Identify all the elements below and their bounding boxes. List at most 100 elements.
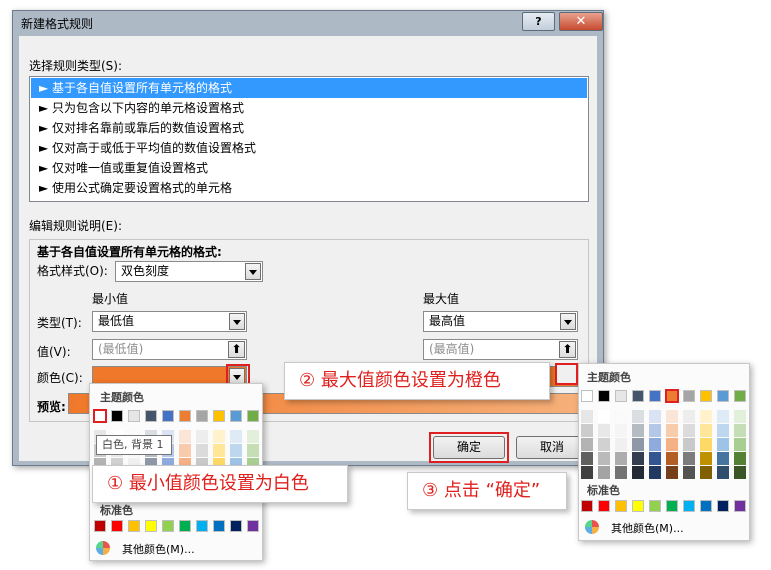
shade-swatch[interactable]: [666, 438, 678, 451]
shade-swatch[interactable]: [700, 466, 712, 479]
color-swatch[interactable]: [615, 390, 627, 402]
shade-swatch[interactable]: [734, 466, 746, 479]
color-swatch[interactable]: [162, 410, 174, 422]
color-swatch[interactable]: [162, 520, 174, 532]
shade-swatch[interactable]: [632, 438, 644, 451]
shade-swatch[interactable]: [179, 444, 191, 457]
color-swatch[interactable]: [247, 410, 259, 422]
range-select-icon[interactable]: ⬆: [228, 341, 245, 358]
shade-swatch[interactable]: [615, 438, 627, 451]
color-swatch[interactable]: [700, 500, 712, 512]
shade-swatch[interactable]: [649, 438, 661, 451]
shade-swatch[interactable]: [615, 410, 627, 423]
color-swatch[interactable]: [665, 389, 679, 403]
shade-swatch[interactable]: [230, 430, 242, 443]
color-swatch[interactable]: [700, 390, 712, 402]
color-swatch[interactable]: [598, 390, 610, 402]
shade-swatch[interactable]: [666, 466, 678, 479]
color-swatch[interactable]: [94, 520, 106, 532]
color-swatch[interactable]: [213, 410, 225, 422]
shade-swatch[interactable]: [598, 438, 610, 451]
color-swatch[interactable]: [632, 500, 644, 512]
shade-swatch[interactable]: [598, 410, 610, 423]
shade-swatch[interactable]: [213, 444, 225, 457]
color-swatch[interactable]: [649, 390, 661, 402]
shade-swatch[interactable]: [700, 424, 712, 437]
shade-swatch[interactable]: [581, 466, 593, 479]
shade-swatch[interactable]: [247, 430, 259, 443]
shade-swatch[interactable]: [666, 452, 678, 465]
color-swatch[interactable]: [734, 500, 746, 512]
shade-swatch[interactable]: [179, 430, 191, 443]
shade-swatch[interactable]: [683, 424, 695, 437]
shade-swatch[interactable]: [666, 410, 678, 423]
shade-swatch[interactable]: [581, 438, 593, 451]
rule-type-item[interactable]: ► 仅对排名靠前或靠后的数值设置格式: [31, 118, 587, 138]
dropdown-arrow-icon[interactable]: [560, 313, 576, 330]
color-swatch[interactable]: [93, 409, 107, 423]
color-swatch[interactable]: [666, 500, 678, 512]
color-swatch[interactable]: [734, 390, 746, 402]
rule-type-item[interactable]: ► 只为包含以下内容的单元格设置格式: [31, 98, 587, 118]
shade-swatch[interactable]: [581, 452, 593, 465]
shade-swatch[interactable]: [666, 424, 678, 437]
shade-swatch[interactable]: [700, 452, 712, 465]
shade-swatch[interactable]: [683, 452, 695, 465]
color-swatch[interactable]: [111, 410, 123, 422]
shade-swatch[interactable]: [649, 410, 661, 423]
more-colors-link[interactable]: 其他颜色(M)...: [611, 520, 684, 536]
shade-swatch[interactable]: [598, 424, 610, 437]
shade-swatch[interactable]: [615, 466, 627, 479]
color-swatch[interactable]: [111, 520, 123, 532]
more-colors-link[interactable]: 其他颜色(M)...: [122, 541, 195, 557]
rule-type-item[interactable]: ► 使用公式确定要设置格式的单元格: [31, 178, 587, 198]
color-swatch[interactable]: [179, 520, 191, 532]
color-swatch[interactable]: [128, 410, 140, 422]
rule-type-item[interactable]: ► 基于各自值设置所有单元格的格式: [31, 78, 587, 98]
shade-swatch[interactable]: [683, 410, 695, 423]
shade-swatch[interactable]: [700, 410, 712, 423]
color-swatch[interactable]: [649, 500, 661, 512]
color-swatch[interactable]: [717, 500, 729, 512]
shade-swatch[interactable]: [649, 466, 661, 479]
color-swatch[interactable]: [615, 500, 627, 512]
color-swatch[interactable]: [196, 410, 208, 422]
rule-type-item[interactable]: ► 仅对唯一值或重复值设置格式: [31, 158, 587, 178]
rule-type-list[interactable]: ► 基于各自值设置所有单元格的格式 ► 只为包含以下内容的单元格设置格式 ► 仅…: [29, 76, 589, 202]
color-swatch[interactable]: [230, 520, 242, 532]
shade-swatch[interactable]: [734, 410, 746, 423]
max-type-combo[interactable]: 最高值: [423, 311, 578, 332]
rule-type-item[interactable]: ► 仅对高于或低于平均值的数值设置格式: [31, 138, 587, 158]
shade-swatch[interactable]: [598, 466, 610, 479]
format-style-combo[interactable]: 双色刻度: [115, 261, 263, 282]
min-value-input[interactable]: (最低值) ⬆: [92, 339, 247, 360]
shade-swatch[interactable]: [632, 410, 644, 423]
shade-swatch[interactable]: [615, 424, 627, 437]
shade-swatch[interactable]: [734, 452, 746, 465]
shade-swatch[interactable]: [717, 410, 729, 423]
shade-swatch[interactable]: [196, 430, 208, 443]
shade-swatch[interactable]: [734, 424, 746, 437]
shade-swatch[interactable]: [700, 438, 712, 451]
color-swatch[interactable]: [598, 500, 610, 512]
shade-swatch[interactable]: [717, 466, 729, 479]
title-bar[interactable]: 新建格式规则 ? ✕: [13, 11, 603, 35]
color-swatch[interactable]: [683, 390, 695, 402]
shade-swatch[interactable]: [213, 430, 225, 443]
color-swatch[interactable]: [145, 410, 157, 422]
color-swatch[interactable]: [717, 390, 729, 402]
shade-swatch[interactable]: [734, 438, 746, 451]
shade-swatch[interactable]: [649, 424, 661, 437]
color-swatch[interactable]: [179, 410, 191, 422]
color-swatch[interactable]: [581, 500, 593, 512]
shade-swatch[interactable]: [632, 466, 644, 479]
dropdown-arrow-icon[interactable]: [229, 313, 245, 330]
shade-swatch[interactable]: [632, 452, 644, 465]
help-button[interactable]: ?: [522, 12, 555, 31]
shade-swatch[interactable]: [581, 424, 593, 437]
shade-swatch[interactable]: [717, 424, 729, 437]
color-swatch[interactable]: [683, 500, 695, 512]
shade-swatch[interactable]: [683, 466, 695, 479]
shade-swatch[interactable]: [196, 444, 208, 457]
shade-swatch[interactable]: [615, 452, 627, 465]
